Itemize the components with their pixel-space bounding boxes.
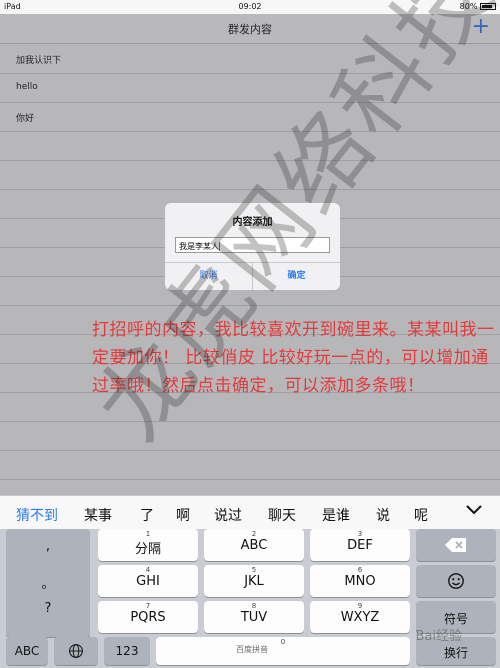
key-number: 2 [251, 530, 257, 538]
abc-button[interactable]: ABC [6, 637, 48, 665]
key-number: 4 [145, 566, 151, 574]
key-number: 1 [145, 530, 151, 538]
candidate-word[interactable]: 聊天 [268, 505, 296, 525]
candidate-word[interactable]: 某事 [84, 505, 112, 525]
key-label: ABC [14, 644, 40, 658]
candidate-word[interactable]: 呢 [414, 505, 428, 525]
candidate-word[interactable]: 说过 [214, 505, 242, 525]
key-label: WXYZ [340, 610, 380, 625]
key-number: 3 [357, 530, 363, 538]
key-label: 分隔 [134, 542, 161, 557]
content-input-value: 我是李某人 [179, 242, 219, 251]
key-label: 换行 [443, 646, 468, 660]
key-7[interactable]: 7 PQRS [98, 601, 198, 633]
smiley-icon [448, 573, 464, 589]
key-1[interactable]: 1 分隔 [98, 529, 198, 561]
key-label: PQRS [130, 610, 166, 625]
status-bar: iPad 09:02 80% [0, 0, 500, 14]
punct-comma[interactable]: , [6, 539, 90, 554]
key-8[interactable]: 8 TUV [204, 601, 304, 633]
baidu-watermark: Bai经验 [415, 629, 463, 644]
delete-button[interactable] [416, 529, 496, 561]
key-label: JKL [244, 574, 264, 589]
candidate-word[interactable]: 是谁 [322, 505, 350, 525]
key-9[interactable]: 9 WXYZ [310, 601, 410, 633]
text-caret [219, 242, 220, 251]
cancel-button[interactable]: 取消 [165, 262, 252, 290]
emoji-button[interactable] [416, 565, 496, 597]
punct-question[interactable]: ? [6, 601, 90, 616]
key-4[interactable]: 4 GHI [98, 565, 198, 597]
status-right: 80% [460, 2, 496, 11]
candidate-word[interactable]: 啊 [176, 505, 190, 525]
key-label: DEF [347, 538, 373, 553]
key-label: TUV [240, 610, 268, 625]
candidate-bar: 猜不到 某事 了 啊 说过 聊天 是谁 说 呢 [0, 495, 500, 529]
battery-percent: 80% [459, 2, 478, 11]
key-number: 9 [357, 602, 363, 610]
globe-icon [69, 644, 83, 658]
backspace-icon [445, 538, 466, 552]
candidate-word[interactable]: 说 [376, 505, 390, 525]
battery-icon [480, 3, 496, 10]
input-method-hint: 百度拼音 [236, 645, 268, 654]
add-content-dialog: 内容添加 我是李某人 取消 确定 [165, 203, 340, 290]
key-label: ABC [240, 538, 268, 553]
content-input[interactable]: 我是李某人 [175, 237, 330, 253]
candidate-word[interactable]: 猜不到 [16, 505, 58, 525]
clock: 09:02 [238, 2, 262, 11]
key-label: MNO [344, 574, 376, 589]
key-number: 7 [145, 602, 151, 610]
key-2[interactable]: 2 ABC [204, 529, 304, 561]
confirm-button[interactable]: 确定 [253, 262, 340, 290]
key-6[interactable]: 6 MNO [310, 565, 410, 597]
instruction-annotation: 打招呼的内容，我比较喜欢开到碗里来。某某叫我一定要加你！ 比较俏皮 比较好玩一点… [92, 320, 495, 396]
globe-button[interactable] [54, 637, 98, 665]
numbers-button[interactable]: 123 [104, 637, 150, 665]
key-5[interactable]: 5 JKL [204, 565, 304, 597]
key-label: 123 [115, 644, 139, 658]
key-number: 6 [357, 566, 363, 574]
key-number: 5 [251, 566, 257, 574]
dialog-title: 内容添加 [232, 217, 273, 228]
key-3[interactable]: 3 DEF [310, 529, 410, 561]
candidate-word[interactable]: 了 [140, 505, 154, 525]
key-number: 8 [251, 602, 257, 610]
key-label: GHI [136, 574, 160, 589]
punct-period[interactable]: 。 [6, 573, 90, 592]
chevron-down-icon[interactable] [464, 502, 484, 518]
punctuation-column[interactable]: , 。 ? [6, 529, 90, 637]
